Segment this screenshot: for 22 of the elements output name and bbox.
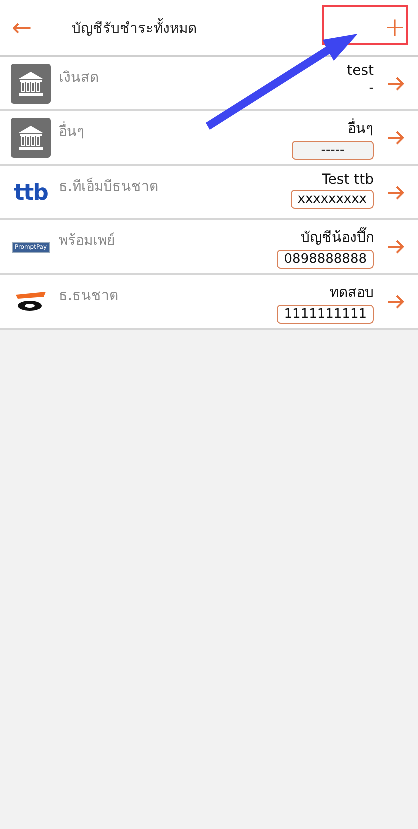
account-row[interactable]: เงินสด test - (0, 57, 418, 111)
page-title: บัญชีรับชำระทั้งหมด (52, 16, 384, 38)
account-name: อื่นๆ (348, 117, 374, 139)
account-type: ธ.ทีเอ็มบีธนชาต (59, 176, 160, 197)
bank-logo (14, 291, 48, 313)
bank-icon (11, 64, 51, 104)
account-number: 0898888888 (277, 250, 374, 269)
account-row[interactable]: ttb ธ.ทีเอ็มบีธนชาต Test ttb xxxxxxxxx (0, 166, 418, 220)
account-number: 1111111111 (277, 305, 374, 324)
account-number: xxxxxxxxx (290, 190, 374, 209)
account-name: test (347, 63, 374, 79)
bank-logo: ttb (14, 180, 48, 206)
account-type: พร้อมเพย์ (59, 232, 116, 251)
account-type: เงินสด (59, 69, 100, 88)
account-type: ธ.ธนชาต (59, 287, 120, 306)
account-name: Test ttb (322, 172, 374, 188)
account-name: บัญชีน้องปึ๊ก (301, 226, 374, 248)
account-number: ----- (292, 141, 374, 160)
bank-icon (11, 118, 51, 158)
account-type: อื่นๆ (59, 117, 292, 142)
account-name: ทดสอบ (330, 284, 374, 303)
account-row[interactable]: ธ.ธนชาต ทดสอบ 1111111111 (0, 275, 418, 330)
